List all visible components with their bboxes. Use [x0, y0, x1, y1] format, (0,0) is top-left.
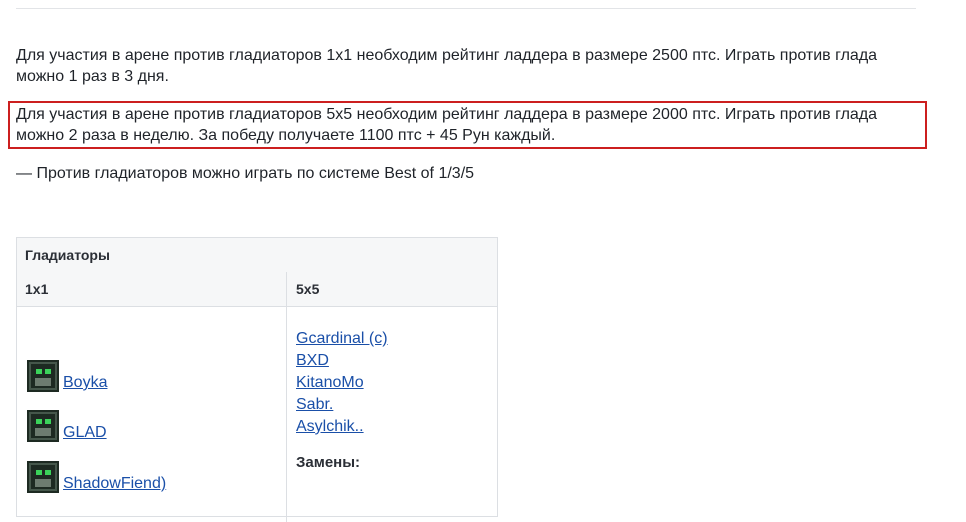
paragraph-best-of: — Против гладиаторов можно играть по сис… — [16, 165, 475, 182]
avatar — [27, 360, 59, 392]
substitutes-label: Замены: — [296, 454, 361, 471]
gladiator-link-asylchik[interactable]: Asylchik.. — [296, 416, 388, 438]
paragraph-1x1-rules: Для участия в арене против гладиаторов 1… — [16, 47, 878, 85]
table-header: Гладиаторы — [17, 238, 497, 273]
table-column-headers: 1х1 5х5 — [17, 272, 497, 307]
gladiator-link-bxd[interactable]: BXD — [296, 350, 388, 372]
column-header-5x5: 5х5 — [296, 281, 320, 297]
table-title: Гладиаторы — [25, 247, 110, 263]
gladiator-link-sabr[interactable]: Sabr. — [296, 394, 388, 416]
avatar — [27, 410, 59, 442]
gladiator-link-glad[interactable]: GLAD — [63, 424, 107, 442]
divider — [16, 8, 916, 9]
gladiator-link-gcardinal[interactable]: Gcardinal (c) — [296, 328, 388, 350]
gladiators-5x5-list: Gcardinal (c) BXD KitanoMo Sabr. Asylchi… — [296, 328, 388, 438]
avatar — [27, 461, 59, 493]
gladiator-link-boyka[interactable]: Boyka — [63, 374, 107, 392]
gladiators-table: Гладиаторы 1х1 5х5 Boyka GLAD ShadowFien… — [16, 237, 498, 522]
column-header-1x1: 1х1 — [25, 281, 49, 297]
gladiator-link-shadowfiend[interactable]: ShadowFiend) — [63, 475, 166, 493]
column-divider — [286, 272, 287, 522]
paragraph-5x5-rules: Для участия в арене против гладиаторов 5… — [16, 106, 878, 144]
gladiator-link-kitanomo[interactable]: KitanoMo — [296, 372, 388, 394]
